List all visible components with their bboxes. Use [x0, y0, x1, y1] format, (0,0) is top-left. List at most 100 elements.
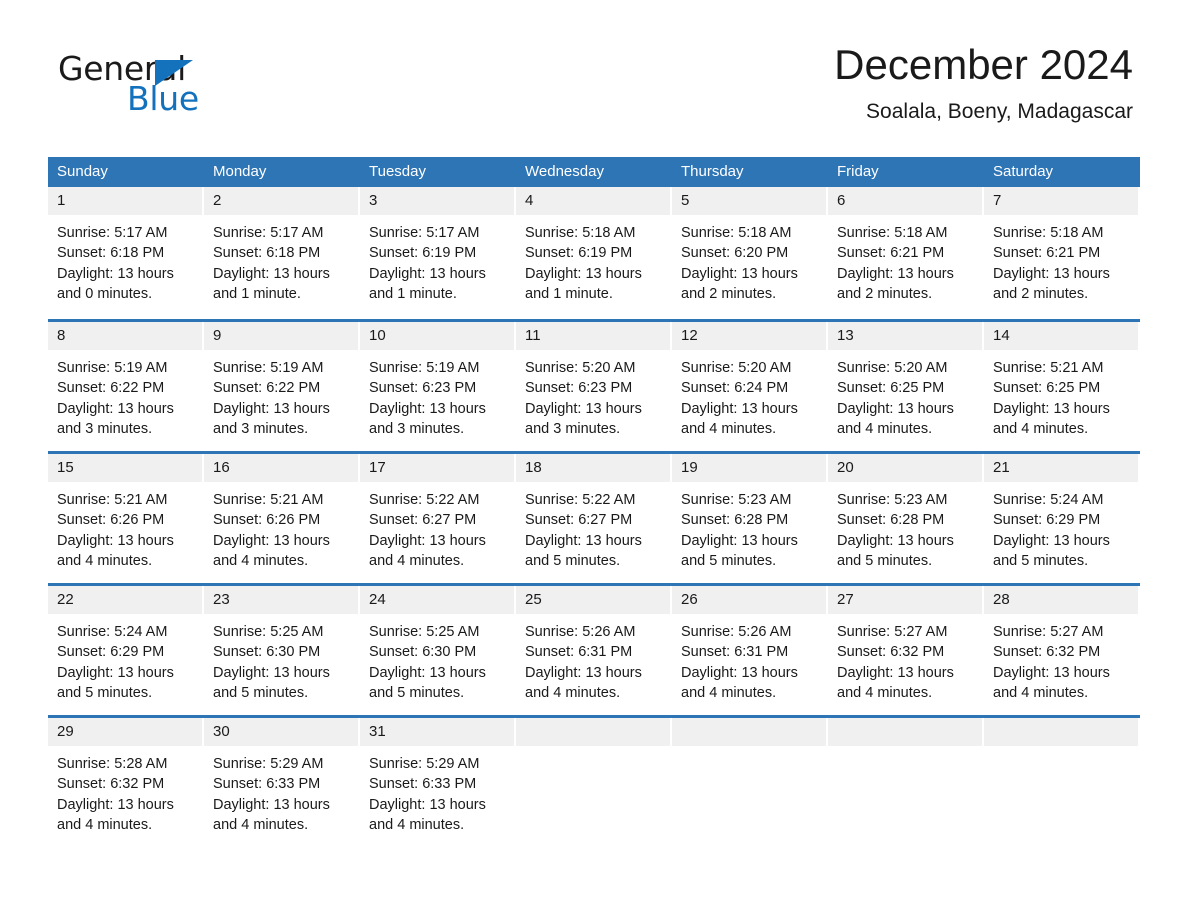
day-details: Sunrise: 5:17 AM Sunset: 6:19 PM Daylight:… — [360, 215, 516, 304]
day-cell[interactable]: 4 Sunrise: 5:18 AM Sunset: 6:19 PM Daylight… — [516, 187, 672, 319]
sunset-text: Sunset: 6:33 PM — [369, 776, 477, 793]
day-cell[interactable]: 1 Sunrise: 5:17 AM Sunset: 6:18 PM Daylight… — [48, 187, 204, 319]
day-cell[interactable]: 15 Sunrise: 5:21 AM Sunset: 6:26 PM Dayligh… — [48, 454, 204, 583]
day-details: Sunrise: 5:23 AM Sunset: 6:28 PM Daylight:… — [828, 482, 984, 571]
day-cell[interactable]: 18 Sunrise: 5:22 AM Sunset: 6:27 PM Dayligh… — [516, 454, 672, 583]
day-number: 21 — [984, 454, 1138, 482]
day-details: Sunrise: 5:19 AM Sunset: 6:22 PM Daylight:… — [48, 350, 204, 439]
day-details: Sunrise: 5:21 AM Sunset: 6:26 PM Daylight:… — [204, 482, 360, 571]
daylight-text: Daylight: 13 hours and 4 minutes. — [213, 532, 330, 569]
day-details: Sunrise: 5:25 AM Sunset: 6:30 PM Daylight:… — [360, 614, 516, 703]
day-details: Sunrise: 5:26 AM Sunset: 6:31 PM Daylight:… — [516, 614, 672, 703]
calendar-week-row: 15 Sunrise: 5:21 AM Sunset: 6:26 PM Dayligh… — [48, 451, 1140, 583]
day-cell[interactable]: 30 Sunrise: 5:29 AM Sunset: 6:33 PM Dayligh… — [204, 718, 360, 847]
day-cell[interactable]: 8 Sunrise: 5:19 AM Sunset: 6:22 PM Daylight… — [48, 322, 204, 451]
day-details: Sunrise: 5:21 AM Sunset: 6:25 PM Daylight:… — [984, 350, 1140, 439]
daylight-text: Daylight: 13 hours and 1 minute. — [525, 265, 642, 302]
sunrise-text: Sunrise: 5:17 AM — [213, 225, 324, 241]
weekday-header-thursday: Thursday — [681, 163, 744, 180]
sunrise-text: Sunrise: 5:26 AM — [681, 624, 792, 640]
sunrise-text: Sunrise: 5:18 AM — [525, 225, 636, 241]
sunrise-text: Sunrise: 5:24 AM — [57, 624, 168, 640]
day-details: Sunrise: 5:28 AM Sunset: 6:32 PM Daylight:… — [48, 746, 204, 835]
day-cell[interactable]: 24 Sunrise: 5:25 AM Sunset: 6:30 PM Dayligh… — [360, 586, 516, 715]
day-number: 27 — [828, 586, 982, 614]
day-number: 18 — [516, 454, 670, 482]
sunrise-text: Sunrise: 5:25 AM — [369, 624, 480, 640]
sunrise-text: Sunrise: 5:27 AM — [993, 624, 1104, 640]
day-cell[interactable]: 7 Sunrise: 5:18 AM Sunset: 6:21 PM Daylight… — [984, 187, 1140, 319]
sunset-text: Sunset: 6:18 PM — [57, 245, 165, 262]
day-cell[interactable]: 23 Sunrise: 5:25 AM Sunset: 6:30 PM Dayligh… — [204, 586, 360, 715]
day-number — [828, 718, 982, 746]
sunset-text: Sunset: 6:31 PM — [525, 644, 633, 661]
day-details: Sunrise: 5:29 AM Sunset: 6:33 PM Daylight:… — [204, 746, 360, 835]
sunset-text: Sunset: 6:33 PM — [213, 776, 321, 793]
day-cell[interactable]: 25 Sunrise: 5:26 AM Sunset: 6:31 PM Dayligh… — [516, 586, 672, 715]
daylight-text: Daylight: 13 hours and 4 minutes. — [993, 400, 1110, 437]
day-cell-empty — [828, 718, 984, 847]
day-number — [516, 718, 670, 746]
daylight-text: Daylight: 13 hours and 4 minutes. — [57, 532, 174, 569]
day-details: Sunrise: 5:24 AM Sunset: 6:29 PM Daylight:… — [48, 614, 204, 703]
day-cell[interactable]: 2 Sunrise: 5:17 AM Sunset: 6:18 PM Daylight… — [204, 187, 360, 319]
day-cell[interactable]: 6 Sunrise: 5:18 AM Sunset: 6:21 PM Daylight… — [828, 187, 984, 319]
day-cell[interactable]: 21 Sunrise: 5:24 AM Sunset: 6:29 PM Dayligh… — [984, 454, 1140, 583]
day-number — [672, 718, 826, 746]
day-cell[interactable]: 11 Sunrise: 5:20 AM Sunset: 6:23 PM Dayligh… — [516, 322, 672, 451]
day-cell[interactable]: 28 Sunrise: 5:27 AM Sunset: 6:32 PM Dayligh… — [984, 586, 1140, 715]
sunset-text: Sunset: 6:32 PM — [837, 644, 945, 661]
day-cell[interactable]: 26 Sunrise: 5:26 AM Sunset: 6:31 PM Dayligh… — [672, 586, 828, 715]
sunset-text: Sunset: 6:30 PM — [369, 644, 477, 661]
weekday-header-row: Sunday Monday Tuesday Wednesday Thursday… — [48, 157, 1140, 187]
sunrise-text: Sunrise: 5:22 AM — [525, 492, 636, 508]
day-number: 3 — [360, 187, 514, 215]
day-number: 28 — [984, 586, 1138, 614]
sunrise-text: Sunrise: 5:26 AM — [525, 624, 636, 640]
sunset-text: Sunset: 6:25 PM — [993, 380, 1101, 397]
sunset-text: Sunset: 6:25 PM — [837, 380, 945, 397]
day-cell[interactable]: 19 Sunrise: 5:23 AM Sunset: 6:28 PM Dayligh… — [672, 454, 828, 583]
day-number: 17 — [360, 454, 514, 482]
day-cell-empty — [516, 718, 672, 847]
day-cell[interactable]: 16 Sunrise: 5:21 AM Sunset: 6:26 PM Dayligh… — [204, 454, 360, 583]
sunset-text: Sunset: 6:28 PM — [681, 512, 789, 529]
day-cell[interactable]: 3 Sunrise: 5:17 AM Sunset: 6:19 PM Daylight… — [360, 187, 516, 319]
sunrise-text: Sunrise: 5:27 AM — [837, 624, 948, 640]
day-cell[interactable]: 12 Sunrise: 5:20 AM Sunset: 6:24 PM Dayligh… — [672, 322, 828, 451]
weekday-header-sunday: Sunday — [57, 163, 108, 180]
day-cell[interactable]: 13 Sunrise: 5:20 AM Sunset: 6:25 PM Dayligh… — [828, 322, 984, 451]
sunrise-text: Sunrise: 5:19 AM — [57, 360, 168, 376]
weekday-header-monday: Monday — [213, 163, 267, 180]
sunset-text: Sunset: 6:21 PM — [993, 245, 1101, 262]
calendar-grid: Sunday Monday Tuesday Wednesday Thursday… — [48, 157, 1140, 847]
daylight-text: Daylight: 13 hours and 4 minutes. — [369, 796, 486, 833]
day-cell[interactable]: 20 Sunrise: 5:23 AM Sunset: 6:28 PM Dayligh… — [828, 454, 984, 583]
day-cell[interactable]: 22 Sunrise: 5:24 AM Sunset: 6:29 PM Dayligh… — [48, 586, 204, 715]
weekday-header-saturday: Saturday — [993, 163, 1054, 180]
general-blue-logo[interactable]: General Blue — [58, 52, 288, 115]
sunrise-text: Sunrise: 5:19 AM — [369, 360, 480, 376]
daylight-text: Daylight: 13 hours and 5 minutes. — [525, 532, 642, 569]
sunrise-text: Sunrise: 5:19 AM — [213, 360, 324, 376]
day-number: 22 — [48, 586, 202, 614]
day-cell[interactable]: 10 Sunrise: 5:19 AM Sunset: 6:23 PM Dayligh… — [360, 322, 516, 451]
day-cell[interactable]: 14 Sunrise: 5:21 AM Sunset: 6:25 PM Dayligh… — [984, 322, 1140, 451]
day-cell[interactable]: 9 Sunrise: 5:19 AM Sunset: 6:22 PM Daylight… — [204, 322, 360, 451]
day-cell[interactable]: 31 Sunrise: 5:29 AM Sunset: 6:33 PM Dayligh… — [360, 718, 516, 847]
weekday-header-tuesday: Tuesday — [369, 163, 426, 180]
day-cell[interactable]: 29 Sunrise: 5:28 AM Sunset: 6:32 PM Dayligh… — [48, 718, 204, 847]
day-details: Sunrise: 5:20 AM Sunset: 6:24 PM Daylight:… — [672, 350, 828, 439]
day-number: 6 — [828, 187, 982, 215]
day-number: 19 — [672, 454, 826, 482]
daylight-text: Daylight: 13 hours and 4 minutes. — [525, 664, 642, 701]
day-cell[interactable]: 5 Sunrise: 5:18 AM Sunset: 6:20 PM Daylight… — [672, 187, 828, 319]
day-number: 25 — [516, 586, 670, 614]
day-number: 2 — [204, 187, 358, 215]
day-cell[interactable]: 27 Sunrise: 5:27 AM Sunset: 6:32 PM Dayligh… — [828, 586, 984, 715]
day-cell[interactable]: 17 Sunrise: 5:22 AM Sunset: 6:27 PM Dayligh… — [360, 454, 516, 583]
sunrise-text: Sunrise: 5:29 AM — [213, 756, 324, 772]
daylight-text: Daylight: 13 hours and 4 minutes. — [681, 400, 798, 437]
daylight-text: Daylight: 13 hours and 5 minutes. — [57, 664, 174, 701]
day-number — [984, 718, 1138, 746]
